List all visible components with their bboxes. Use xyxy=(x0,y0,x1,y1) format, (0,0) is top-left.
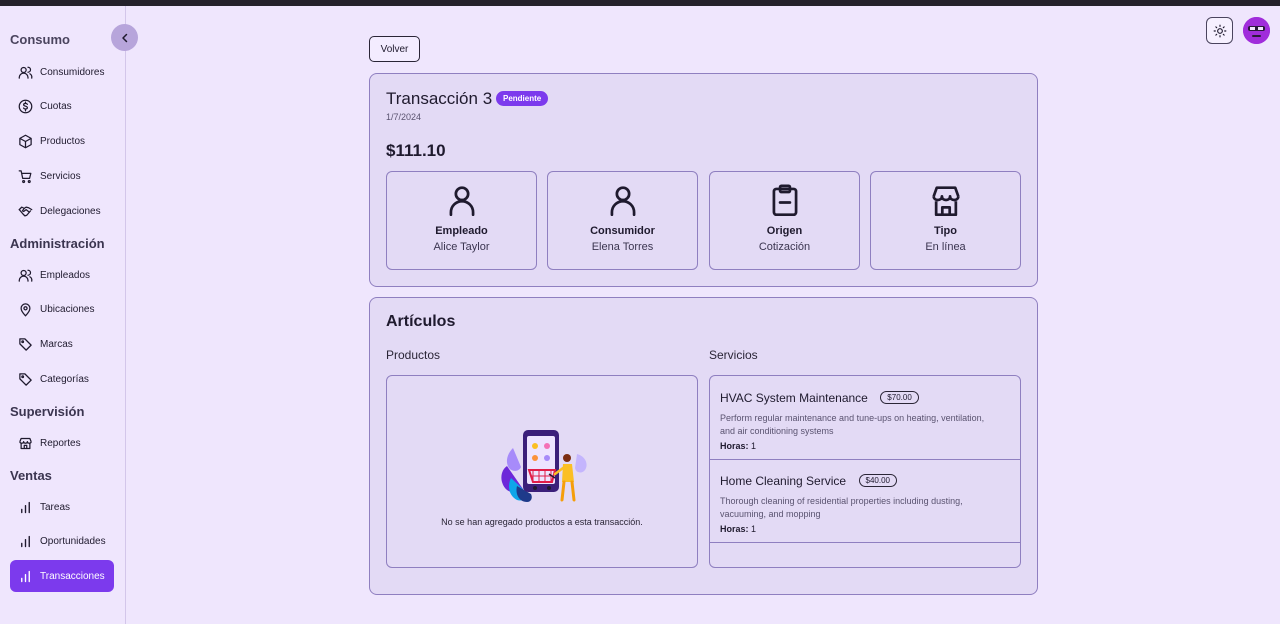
service-hours: Horas: 1 xyxy=(720,524,1010,534)
info-value: En línea xyxy=(925,241,966,253)
chevron-left-icon xyxy=(121,33,127,42)
dollar-circle-icon xyxy=(18,99,33,113)
sidebar-item-label: Oportunidades xyxy=(40,535,106,547)
service-price-badge: $40.00 xyxy=(858,474,897,487)
service-name: Home Cleaning Service xyxy=(720,474,847,488)
services-list: HVAC System Maintenance $70.00 Perform r… xyxy=(709,375,1021,568)
sidebar-item-delegaciones[interactable]: Delegaciones xyxy=(10,195,114,227)
clipboard-icon xyxy=(772,184,797,216)
products-heading: Productos xyxy=(386,348,441,362)
sidebar-item-label: Delegaciones xyxy=(40,205,101,217)
info-box-origen: Origen Cotización xyxy=(709,171,860,270)
users-icon xyxy=(18,66,33,79)
sidebar-item-reportes[interactable]: Reportes xyxy=(10,427,114,459)
sidebar-item-label: Empleados xyxy=(40,269,91,281)
bar-chart-icon xyxy=(21,501,30,513)
service-hours-value: 1 xyxy=(751,524,757,534)
products-empty-state: No se han agregado productos a esta tran… xyxy=(386,375,698,568)
sidebar-item-label: Consumidores xyxy=(40,66,105,78)
products-empty-message: No se han agregado productos a esta tran… xyxy=(441,517,643,527)
service-price-badge: $70.00 xyxy=(880,391,919,404)
bar-chart-icon xyxy=(21,535,30,547)
bar-chart-icon xyxy=(21,570,30,582)
tag-icon xyxy=(19,337,32,351)
sidebar-item-label: Productos xyxy=(40,135,86,147)
theme-toggle-button[interactable] xyxy=(1206,17,1233,44)
service-hours-label: Horas: xyxy=(720,441,749,451)
info-value: Cotización xyxy=(758,241,811,253)
service-name: HVAC System Maintenance xyxy=(720,391,868,405)
transaction-amount: $111.10 xyxy=(386,141,446,160)
sidebar-item-label: Marcas xyxy=(40,338,73,350)
sidebar-item-label: Tareas xyxy=(40,501,71,513)
users-icon xyxy=(18,269,33,282)
sidebar-item-consumidores[interactable]: Consumidores xyxy=(10,56,114,88)
store-icon xyxy=(19,437,32,449)
sun-icon xyxy=(1213,24,1226,37)
articles-card: Artículos Productos Servicios No se han … xyxy=(369,297,1038,595)
store-icon xyxy=(931,186,960,216)
sidebar-section-administracion: Administración xyxy=(10,236,105,251)
sidebar-item-empleados[interactable]: Empleados xyxy=(10,259,114,291)
map-pin-icon xyxy=(20,302,31,317)
back-button[interactable]: Volver xyxy=(369,36,420,62)
info-label: Origen xyxy=(766,225,803,237)
articles-title: Artículos xyxy=(386,313,456,330)
sidebar-section-supervision: Supervisión xyxy=(10,404,85,419)
user-icon xyxy=(449,186,474,216)
sidebar-item-label: Categorías xyxy=(40,373,89,385)
sidebar-item-label: Servicios xyxy=(40,170,81,182)
transaction-title: Transacción 3 xyxy=(386,89,493,108)
cart-icon xyxy=(18,169,32,183)
service-description: Thorough cleaning of residential propert… xyxy=(720,496,963,519)
sidebar-section-consumo: Consumo xyxy=(10,32,70,47)
info-box-empleado: Empleado Alice Taylor xyxy=(386,171,537,270)
info-value: Alice Taylor xyxy=(433,241,490,253)
sidebar-item-label: Reportes xyxy=(40,437,81,449)
handshake-icon xyxy=(18,206,33,216)
box-icon xyxy=(19,134,32,148)
sidebar-item-label: Transacciones xyxy=(40,570,105,582)
sidebar-item-marcas[interactable]: Marcas xyxy=(10,328,114,360)
info-label: Consumidor xyxy=(590,225,655,237)
sidebar-item-label: Cuotas xyxy=(40,100,72,112)
service-hours-label: Horas: xyxy=(720,524,749,534)
service-hours-value: 1 xyxy=(751,441,757,451)
sidebar-section-ventas: Ventas xyxy=(10,468,52,483)
window-top-bar xyxy=(0,0,1280,6)
service-item[interactable]: HVAC System Maintenance $70.00 Perform r… xyxy=(710,376,1020,460)
transaction-date: 1/7/2024 xyxy=(386,112,422,122)
info-box-consumidor: Consumidor Elena Torres xyxy=(547,171,698,270)
sidebar-item-cuotas[interactable]: Cuotas xyxy=(10,90,114,122)
info-value: Elena Torres xyxy=(591,241,654,253)
service-item[interactable]: Home Cleaning Service $40.00 Thorough cl… xyxy=(710,459,1020,543)
sidebar-item-transacciones[interactable]: Transacciones xyxy=(10,560,114,592)
shopping-cart-illustration xyxy=(501,430,587,502)
sidebar-item-label: Ubicaciones xyxy=(40,303,95,315)
sidebar: Consumo Consumidores Cuotas Productos Se… xyxy=(0,6,126,624)
transaction-card: Transacción 3 Pendiente 1/7/2024 $111.10… xyxy=(369,73,1038,287)
service-hours: Horas: 1 xyxy=(720,441,1010,451)
status-badge: Pendiente xyxy=(496,91,549,106)
sidebar-item-oportunidades[interactable]: Oportunidades xyxy=(10,525,114,557)
avatar-image xyxy=(1243,17,1270,44)
sidebar-item-tareas[interactable]: Tareas xyxy=(10,491,114,523)
sidebar-collapse-button[interactable] xyxy=(111,24,138,51)
info-box-tipo: Tipo En línea xyxy=(870,171,1021,270)
tag-icon xyxy=(19,372,32,386)
sidebar-item-ubicaciones[interactable]: Ubicaciones xyxy=(10,293,114,325)
info-label: Tipo xyxy=(933,225,957,237)
sidebar-item-productos[interactable]: Productos xyxy=(10,125,114,157)
user-icon xyxy=(610,186,635,216)
sidebar-item-categorias[interactable]: Categorías xyxy=(10,363,114,395)
service-description: Perform regular maintenance and tune-ups… xyxy=(720,413,985,436)
sidebar-item-servicios[interactable]: Servicios xyxy=(10,160,114,192)
avatar[interactable] xyxy=(1243,17,1270,44)
services-heading: Servicios xyxy=(709,348,758,362)
info-label: Empleado xyxy=(435,225,488,237)
